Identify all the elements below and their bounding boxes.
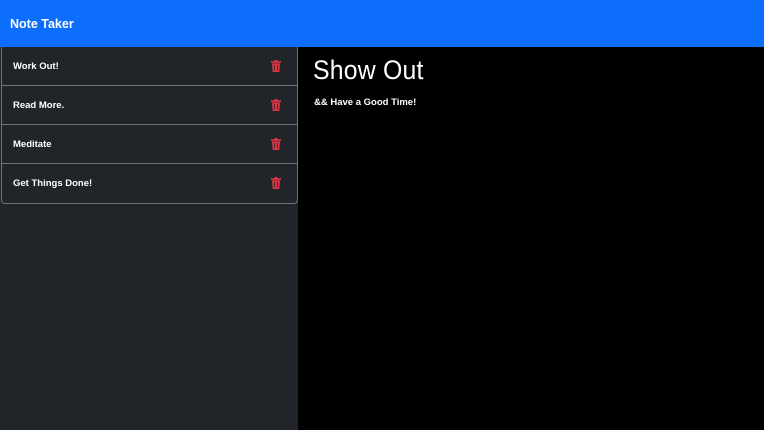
navbar: Note Taker xyxy=(0,0,764,47)
note-list-item-title: Read More. xyxy=(13,99,65,111)
note-editor: Show Out && Have a Good Time! xyxy=(298,47,764,430)
trash-icon[interactable] xyxy=(271,60,281,72)
app-brand-link[interactable]: Note Taker xyxy=(10,17,74,31)
note-list-item-title: Get Things Done! xyxy=(13,178,93,189)
trash-icon[interactable] xyxy=(271,138,281,150)
trash-icon[interactable] xyxy=(271,177,281,189)
note-list-item[interactable]: Meditate xyxy=(2,125,297,164)
note-list: Work Out! Read More. Meditate Get Things… xyxy=(1,47,298,204)
note-list-item[interactable]: Get Things Done! xyxy=(2,164,297,203)
note-list-item-title: Work Out! xyxy=(13,60,59,72)
note-list-item[interactable]: Work Out! xyxy=(2,47,297,86)
trash-icon[interactable] xyxy=(271,99,281,111)
note-list-item-title: Meditate xyxy=(13,138,52,150)
note-title-input[interactable]: Show Out xyxy=(313,55,424,86)
note-list-item[interactable]: Read More. xyxy=(2,86,297,125)
note-text-area[interactable]: && Have a Good Time! xyxy=(314,97,416,108)
sidebar: Work Out! Read More. Meditate Get Things… xyxy=(0,47,298,430)
